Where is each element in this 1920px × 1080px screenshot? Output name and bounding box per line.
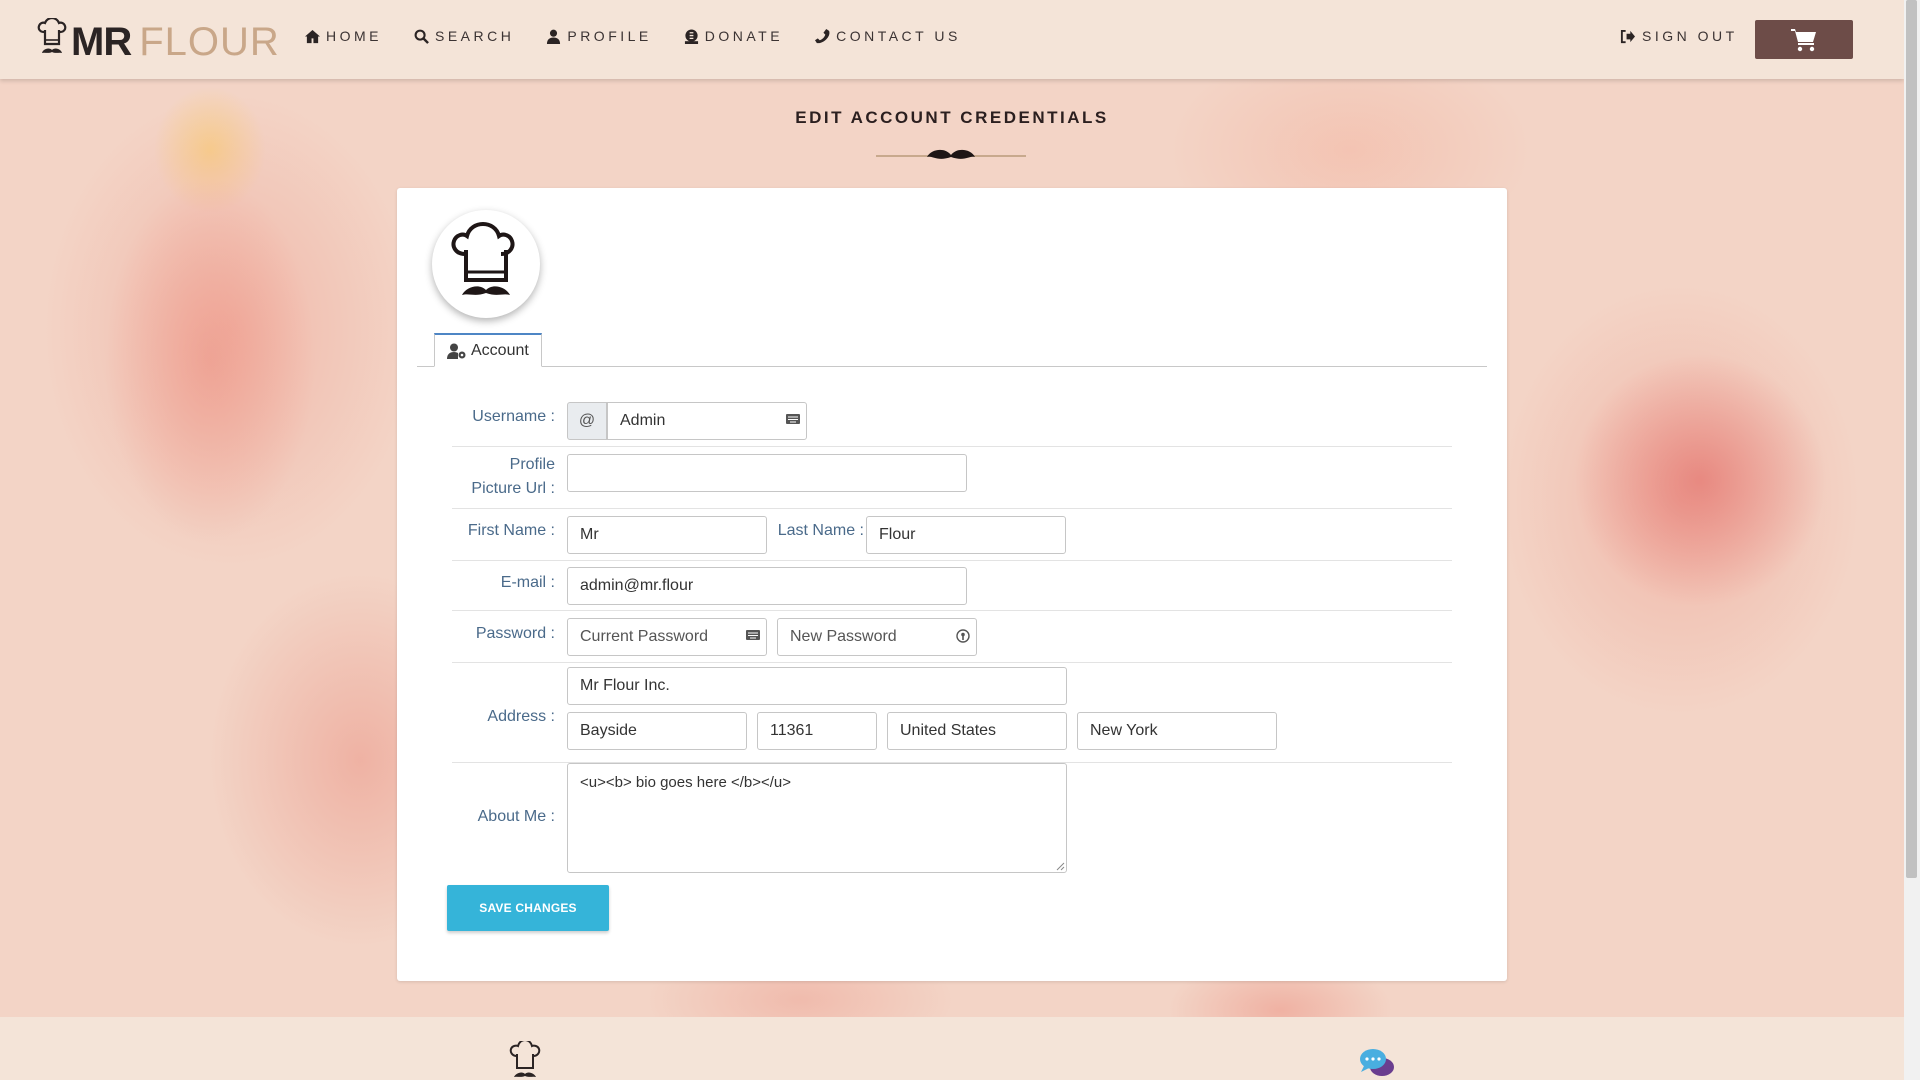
- page-title: EDIT ACCOUNT CREDENTIALS: [795, 108, 1109, 127]
- password-label: Password :: [475, 625, 555, 642]
- address-state-input[interactable]: New York: [1077, 712, 1277, 750]
- current-password-placeholder: Current Password: [580, 628, 709, 645]
- chef-hat-logo-icon: [37, 18, 67, 53]
- about-row: About Me : <u><b> bio goes here </b></u>: [452, 763, 1452, 883]
- email-label: E-mail :: [500, 574, 555, 591]
- nav-profile-label: PROFILE: [567, 28, 652, 44]
- chef-hat-footer-icon: [509, 1041, 541, 1077]
- current-password-input[interactable]: Current Password: [567, 618, 767, 656]
- email-row: E-mail : admin@mr.flour: [452, 561, 1452, 611]
- profile-picture-row: Profile Picture Url :: [452, 447, 1452, 509]
- brand-logo[interactable]: MR FLOUR: [37, 16, 280, 62]
- username-input[interactable]: Admin: [607, 402, 807, 440]
- username-row: Username : @ Admin: [452, 395, 1452, 447]
- about-label: About Me :: [477, 808, 555, 825]
- nav-search[interactable]: SEARCH: [414, 28, 514, 44]
- username-prefix: @: [567, 402, 607, 440]
- tab-bar: Account: [417, 333, 1487, 367]
- page-scrollbar[interactable]: [1904, 0, 1920, 1080]
- about-value: <u><b> bio goes here </b></u>: [580, 774, 792, 791]
- nav-contact[interactable]: CONTACT US: [815, 28, 961, 44]
- sign-out-icon: [1620, 29, 1635, 43]
- first-name-input[interactable]: Mr: [567, 516, 767, 554]
- chef-hat-avatar-icon: [451, 221, 515, 295]
- first-name-label: First Name :: [467, 522, 555, 539]
- nav-home-label: HOME: [326, 28, 382, 44]
- tab-account[interactable]: Account: [434, 333, 542, 367]
- address-city-input[interactable]: Bayside: [567, 712, 747, 750]
- password-generator-icon[interactable]: [956, 629, 970, 643]
- user-cog-icon: [447, 343, 466, 359]
- profile-picture-url-input[interactable]: [567, 454, 967, 492]
- address-row: Address : Mr Flour Inc. Bayside 11361 Un…: [452, 663, 1452, 763]
- keyboard-icon: [786, 414, 800, 424]
- nav-donate[interactable]: DONATE: [684, 28, 783, 44]
- username-label: Username :: [472, 408, 555, 425]
- nav-search-label: SEARCH: [435, 28, 515, 44]
- about-textarea[interactable]: <u><b> bio goes here </b></u>: [567, 763, 1067, 873]
- keyboard-icon: [746, 630, 760, 640]
- resize-handle-icon[interactable]: [1055, 861, 1065, 871]
- sign-out-label: SIGN OUT: [1642, 28, 1738, 44]
- home-icon: [305, 29, 320, 43]
- user-icon: [547, 29, 561, 44]
- address-zip-input[interactable]: 11361: [757, 712, 877, 750]
- account-card: Account Username : @ Admin Profile Pictu…: [397, 188, 1507, 981]
- phone-icon: [815, 28, 830, 43]
- last-name-label: Last Name :: [777, 522, 864, 539]
- mustache-divider-icon: [876, 149, 1026, 159]
- password-row: Password : Current Password New Password: [452, 611, 1452, 663]
- brand-name-bold: MR: [71, 20, 132, 64]
- shopping-cart-icon: [1791, 28, 1816, 51]
- main-nav: HOME SEARCH PROFILE DONATE CONTACT US: [305, 28, 993, 44]
- search-icon: [414, 29, 429, 44]
- avatar[interactable]: [432, 210, 540, 318]
- sign-out-link[interactable]: SIGN OUT: [1620, 28, 1738, 44]
- save-changes-button[interactable]: SAVE CHANGES: [447, 885, 609, 931]
- new-password-placeholder: New Password: [790, 628, 897, 645]
- donate-icon: [684, 28, 698, 44]
- new-password-input[interactable]: New Password: [777, 618, 977, 656]
- name-row: First Name : Mr Last Name : Flour: [452, 509, 1452, 561]
- last-name-input[interactable]: Flour: [866, 516, 1066, 554]
- nav-home[interactable]: HOME: [305, 28, 382, 44]
- scrollbar-thumb[interactable]: [1906, 0, 1917, 878]
- footer: [0, 1017, 1904, 1080]
- profile-picture-label-line1: Profile: [509, 456, 555, 473]
- address-label: Address :: [487, 708, 555, 725]
- address-country-input[interactable]: United States: [887, 712, 1067, 750]
- brand-name-light: FLOUR: [139, 20, 280, 64]
- nav-profile[interactable]: PROFILE: [546, 28, 651, 44]
- nav-contact-label: CONTACT US: [836, 28, 961, 44]
- profile-picture-label-line2: Picture Url :: [471, 480, 555, 497]
- navbar: MR FLOUR HOME SEARCH PROFILE DONATE CONT…: [0, 0, 1904, 79]
- cart-button[interactable]: [1755, 20, 1853, 59]
- email-input[interactable]: admin@mr.flour: [567, 567, 967, 605]
- nav-donate-label: DONATE: [704, 28, 784, 44]
- tab-account-label: Account: [471, 341, 529, 359]
- chat-bubbles-icon[interactable]: [1358, 1047, 1396, 1080]
- address-street-input[interactable]: Mr Flour Inc.: [567, 667, 1067, 705]
- username-value: Admin: [620, 412, 666, 429]
